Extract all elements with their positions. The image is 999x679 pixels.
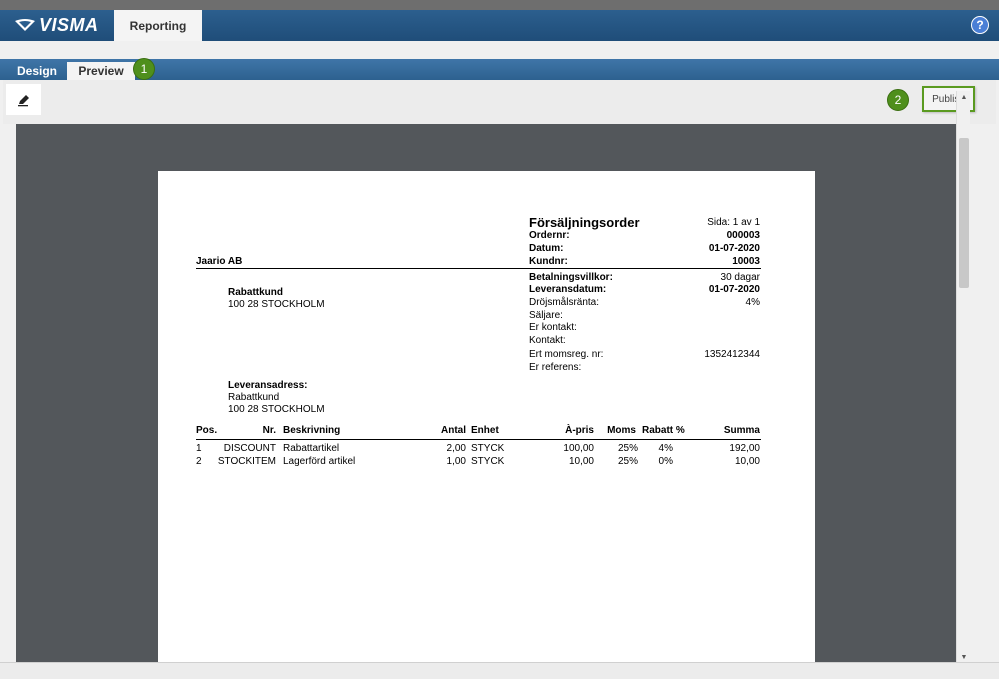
table-cell: DISCOUNT — [223, 443, 276, 454]
col-header-unit: Enhet — [471, 425, 499, 436]
vertical-scrollbar[interactable]: ▲ ▼ — [956, 91, 970, 663]
table-cell: 2,00 — [446, 443, 466, 454]
field-label: Dröjsmålsränta: — [529, 297, 600, 308]
field-value: 01-07-2020 — [708, 243, 760, 254]
field-label: Leveransdatum: — [529, 284, 607, 295]
visma-logo-icon — [15, 19, 35, 31]
col-header-qty: Antal — [441, 425, 466, 436]
field-label: Er kontakt: — [529, 322, 577, 333]
scroll-up-arrow-icon[interactable]: ▲ — [958, 91, 970, 103]
field-label: Betalningsvillkor: — [529, 272, 613, 283]
field-label: Säljare: — [529, 310, 563, 321]
field-value: 000003 — [726, 230, 760, 241]
subheader-area — [0, 41, 999, 59]
table-header-divider — [196, 439, 761, 440]
field-label: Ordernr: — [529, 230, 570, 241]
col-header-sum: Summa — [723, 425, 760, 436]
field-value: 4% — [745, 297, 760, 308]
help-icon[interactable]: ? — [971, 16, 989, 34]
company-name: Jaario AB — [196, 256, 243, 267]
field-value: 01-07-2020 — [708, 284, 760, 295]
toolbar — [3, 80, 996, 124]
col-header-discount: Rabatt % — [642, 425, 685, 436]
delivery-name: Rabattkund — [228, 392, 280, 403]
tab-preview[interactable]: Preview — [67, 62, 135, 80]
field-label: Kontakt: — [529, 335, 566, 346]
field-label: Er referens: — [529, 362, 582, 373]
customer-name: Rabattkund — [228, 287, 283, 298]
step-badge-1: 1 — [133, 58, 155, 80]
field-value: 1352412344 — [704, 349, 760, 360]
field-label: Datum: — [529, 243, 564, 254]
field-value: 30 dagar — [720, 272, 760, 283]
customer-postal: 100 28 STOCKHOLM — [228, 299, 325, 310]
table-cell: STYCK — [471, 443, 505, 454]
bottom-strip — [0, 662, 999, 679]
delivery-heading: Leveransadress: — [228, 380, 308, 391]
table-cell: 2 — [196, 456, 202, 467]
col-header-pos: Pos. — [196, 425, 218, 436]
logo-text: VISMA — [39, 14, 99, 35]
app-header: VISMA Reporting ? — [0, 10, 999, 41]
window-top-strip — [0, 0, 999, 10]
col-header-description: Beskrivning — [283, 425, 341, 436]
table-cell: 25% — [617, 443, 638, 454]
table-cell: STYCK — [471, 456, 505, 467]
document-title: Försäljningsorder — [529, 215, 640, 230]
table-cell: 4% — [658, 443, 673, 454]
delivery-postal: 100 28 STOCKHOLM — [228, 404, 325, 415]
visma-logo: VISMA — [14, 15, 99, 35]
document-page: Försäljningsorder Sida: 1 av 1 Ordernr: … — [158, 171, 815, 663]
tab-design[interactable]: Design — [8, 62, 66, 80]
table-cell: 1,00 — [446, 456, 466, 467]
field-label: Ert momsreg. nr: — [529, 349, 604, 360]
edit-button[interactable] — [6, 84, 41, 115]
col-header-vat: Moms — [607, 425, 636, 436]
table-cell: 1 — [196, 443, 202, 454]
table-cell: 10,00 — [568, 456, 594, 467]
table-cell: 0% — [658, 456, 673, 467]
field-label: Kundnr: — [529, 256, 568, 267]
table-cell: 25% — [617, 456, 638, 467]
table-cell: Lagerförd artikel — [283, 456, 356, 467]
table-cell: STOCKITEM — [217, 456, 276, 467]
scroll-thumb[interactable] — [959, 138, 969, 288]
step-badge-2: 2 — [887, 89, 909, 111]
pencil-icon — [17, 94, 29, 106]
col-header-nr: Nr. — [262, 425, 276, 436]
col-header-price: À-pris — [565, 425, 594, 436]
field-value: 10003 — [732, 256, 760, 267]
page-indicator: Sida: 1 av 1 — [707, 217, 760, 228]
table-cell: 192,00 — [729, 443, 760, 454]
tab-reporting[interactable]: Reporting — [114, 10, 202, 41]
table-cell: 100,00 — [563, 443, 594, 454]
table-cell: 10,00 — [734, 456, 760, 467]
header-divider — [196, 268, 761, 269]
table-cell: Rabattartikel — [283, 443, 340, 454]
